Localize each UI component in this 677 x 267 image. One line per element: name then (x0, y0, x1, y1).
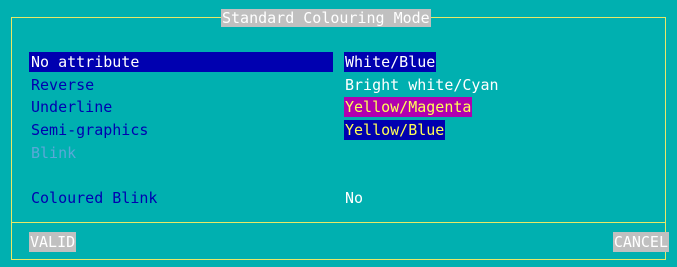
option-semi-graphics[interactable]: Semi-graphics (31, 120, 148, 140)
valid-button[interactable]: VALID (29, 232, 77, 252)
option-no-attribute[interactable]: No attribute (29, 52, 333, 72)
button-divider (11, 222, 666, 223)
value-coloured-blink[interactable]: No (344, 188, 364, 208)
terminal-screen: Standard Colouring Mode No attribute Whi… (0, 0, 677, 267)
option-underline[interactable]: Underline (31, 97, 112, 117)
value-no-attribute[interactable]: White/Blue (344, 52, 437, 72)
option-blink-disabled: Blink (31, 144, 77, 162)
value-reverse[interactable]: Bright white/Cyan (344, 75, 500, 95)
value-underline[interactable]: Yellow/Magenta (344, 97, 473, 117)
cancel-button[interactable]: CANCEL (612, 232, 669, 252)
option-coloured-blink[interactable]: Coloured Blink (31, 188, 157, 208)
dialog-title: Standard Colouring Mode (221, 9, 431, 27)
option-reverse[interactable]: Reverse (31, 75, 94, 95)
value-semi-graphics[interactable]: Yellow/Blue (344, 120, 446, 140)
